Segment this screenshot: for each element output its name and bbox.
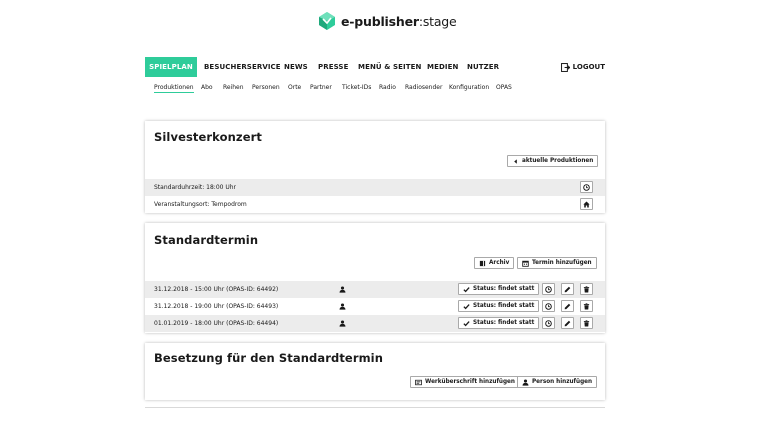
add-person-label: Person hinzufügen	[532, 379, 593, 385]
delete-button[interactable]	[580, 317, 593, 329]
bottom-divider	[145, 407, 605, 408]
time-button[interactable]	[542, 300, 555, 312]
nav-news[interactable]: NEWS	[284, 57, 308, 77]
check-icon	[463, 286, 470, 292]
event-date-text: 31.12.2018 - 15:00 Uhr (OPAS-ID: 64492)	[154, 286, 279, 293]
default-time-button[interactable]	[580, 181, 593, 193]
clock-icon	[583, 183, 590, 191]
archive-label: Archiv	[489, 260, 510, 266]
nav-besucherservice[interactable]: BESUCHERSERVICE	[204, 57, 281, 77]
delete-button[interactable]	[580, 283, 593, 295]
event-date-text: 31.12.2018 - 19:00 Uhr (OPAS-ID: 64493)	[154, 303, 279, 310]
current-productions-label: aktuelle Produktionen	[522, 158, 594, 164]
pencil-icon	[564, 286, 571, 292]
nav-spielplan[interactable]: SPIELPLAN	[145, 57, 197, 77]
add-date-button[interactable]: Termin hinzufügen	[517, 257, 597, 269]
trash-icon	[583, 319, 590, 326]
check-icon	[463, 303, 470, 309]
archive-icon	[479, 260, 486, 266]
subnav-partner[interactable]: Partner	[310, 84, 332, 91]
nav-presse[interactable]: PRESSE	[318, 57, 348, 77]
event-date-row: 01.01.2019 - 18:00 Uhr (OPAS-ID: 64494) …	[145, 315, 605, 332]
add-date-label: Termin hinzufügen	[532, 260, 592, 266]
subnav-ticket-ids[interactable]: Ticket-IDs	[342, 84, 371, 91]
subnav-konfiguration[interactable]: Konfiguration	[449, 84, 489, 91]
clock-icon	[545, 319, 552, 327]
logo-icon	[319, 12, 335, 30]
delete-button[interactable]	[580, 300, 593, 312]
nav-medien[interactable]: MEDIEN	[427, 57, 458, 77]
event-date-text: 01.01.2019 - 18:00 Uhr (OPAS-ID: 64494)	[154, 320, 279, 327]
person-icon[interactable]	[339, 320, 346, 327]
archive-button[interactable]: Archiv	[474, 257, 515, 269]
status-button[interactable]: Status: findet statt	[458, 300, 540, 312]
subnav-reihen[interactable]: Reihen	[223, 84, 244, 91]
standardtermin-title: Standardtermin	[154, 233, 259, 247]
subnav-orte[interactable]: Orte	[288, 84, 301, 91]
nav-nutzer[interactable]: NUTZER	[467, 57, 499, 77]
add-work-heading-label: Werküberschrift hinzufügen	[425, 379, 515, 385]
edit-button[interactable]	[561, 317, 574, 329]
event-date-row: 31.12.2018 - 15:00 Uhr (OPAS-ID: 64492) …	[145, 281, 605, 298]
add-person-button[interactable]: Person hinzufügen	[517, 376, 598, 388]
besetzung-card: Besetzung für den Standardtermin Werkübe…	[145, 343, 605, 400]
production-card: Silvesterkonzert aktuelle Produktionen S…	[145, 121, 605, 213]
pencil-icon	[564, 320, 571, 326]
event-date-row: 31.12.2018 - 19:00 Uhr (OPAS-ID: 64493) …	[145, 298, 605, 315]
status-label: Status: findet statt	[473, 286, 535, 292]
person-icon	[522, 378, 529, 386]
venue-text: Veranstaltungsort: Tempodrom	[154, 201, 247, 208]
venue-button[interactable]	[580, 198, 593, 210]
status-button[interactable]: Status: findet statt	[458, 317, 540, 329]
check-icon	[463, 320, 470, 326]
production-title: Silvesterkonzert	[154, 130, 262, 144]
subnav-radiosender[interactable]: Radiosender	[405, 84, 442, 91]
person-icon[interactable]	[339, 303, 346, 310]
home-icon	[583, 201, 590, 207]
caret-left-icon	[514, 158, 517, 164]
add-work-heading-button[interactable]: Werküberschrift hinzufügen	[410, 376, 520, 388]
clock-icon	[545, 285, 552, 293]
edit-button[interactable]	[561, 300, 574, 312]
besetzung-title: Besetzung für den Standardtermin	[154, 351, 383, 365]
time-button[interactable]	[542, 317, 555, 329]
current-productions-button[interactable]: aktuelle Produktionen	[507, 155, 599, 167]
time-button[interactable]	[542, 283, 555, 295]
logout-label: LOGOUT	[572, 63, 605, 71]
standardtermin-card: Standardtermin Archiv Termin hinzufügen …	[145, 223, 605, 333]
heading-icon	[415, 379, 422, 385]
nav-menue-seiten[interactable]: MENÜ & SEITEN	[358, 57, 421, 77]
app-logo[interactable]: e-publisher:stage	[319, 12, 457, 30]
subnav-personen[interactable]: Personen	[252, 84, 280, 91]
logout-icon	[560, 62, 570, 72]
pencil-icon	[564, 303, 571, 309]
production-row: Veranstaltungsort: Tempodrom	[145, 196, 605, 213]
production-row: Standarduhrzeit: 18:00 Uhr	[145, 179, 605, 196]
clock-icon	[545, 302, 552, 310]
logout-button[interactable]: LOGOUT	[560, 57, 605, 77]
status-button[interactable]: Status: findet statt	[458, 283, 540, 295]
trash-icon	[583, 285, 590, 292]
edit-button[interactable]	[561, 283, 574, 295]
subnav-radio[interactable]: Radio	[379, 84, 396, 91]
brand-name: e-publisher:stage	[341, 13, 457, 29]
subnav-opas[interactable]: OPAS	[496, 84, 512, 91]
default-time-text: Standarduhrzeit: 18:00 Uhr	[154, 184, 237, 191]
trash-icon	[583, 302, 590, 309]
calendar-icon	[522, 260, 529, 267]
status-label: Status: findet statt	[473, 320, 535, 326]
main-navigation: SPIELPLAN BESUCHERSERVICE NEWS PRESSE ME…	[145, 57, 605, 77]
subnav-produktionen[interactable]: Produktionen	[154, 84, 194, 93]
person-icon[interactable]	[339, 286, 346, 293]
status-label: Status: findet statt	[473, 303, 535, 309]
subnav-abo[interactable]: Abo	[201, 84, 213, 91]
